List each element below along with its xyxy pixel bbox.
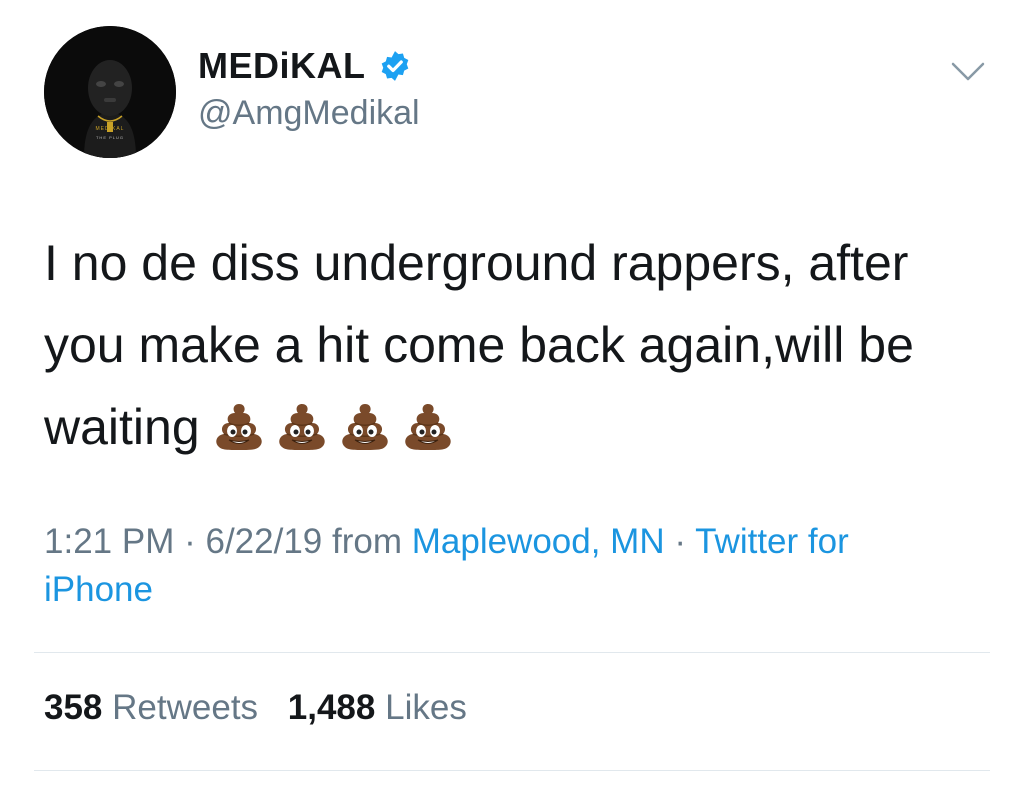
chevron-down-icon[interactable] xyxy=(950,60,986,84)
divider xyxy=(34,652,990,653)
tweet-text-line: I no de diss underground rappers, after xyxy=(44,235,909,291)
from-label: from xyxy=(332,522,402,561)
separator: · xyxy=(674,522,687,561)
separator: · xyxy=(184,522,196,561)
pile-of-poo-icon xyxy=(212,396,266,450)
tweet-time[interactable]: 1:21 PM xyxy=(44,522,174,561)
likes-label: Likes xyxy=(385,688,467,727)
avatar-text-bottom: THE PLUG xyxy=(96,135,124,140)
author-name-row[interactable]: MEDiKAL xyxy=(198,44,412,88)
tweet-text-line: you make a hit come back again,will be xyxy=(44,317,914,373)
retweets-stat[interactable]: 358 Retweets xyxy=(44,688,258,727)
pile-of-poo-icon xyxy=(338,396,392,450)
likes-stat[interactable]: 1,488 Likes xyxy=(288,688,467,727)
pile-of-poo-icon xyxy=(275,396,329,450)
source-link-line-1: Twitter for xyxy=(695,522,849,561)
avatar[interactable]: MEDIKAL THE PLUG xyxy=(44,26,176,158)
tweet-text: I no de diss underground rappers, after … xyxy=(44,222,984,478)
retweets-label: Retweets xyxy=(112,688,259,727)
likes-count: 1,488 xyxy=(287,688,376,727)
avatar-text-top: MEDIKAL xyxy=(96,126,125,132)
display-name[interactable]: MEDiKAL xyxy=(198,45,366,87)
location-link[interactable]: Maplewood, MN xyxy=(412,522,665,561)
verified-badge-icon xyxy=(378,49,412,83)
tweet-metadata: 1:21 PM · 6/22/19 from Maplewood, MN · T… xyxy=(44,518,974,614)
tweet-text-line-last: waiting xyxy=(44,386,984,478)
emoji-group xyxy=(212,396,464,478)
source-link-line-2: iPhone xyxy=(44,570,153,609)
divider xyxy=(34,770,990,771)
tweet-stats: 358 Retweets 1,488 Likes xyxy=(44,688,467,728)
avatar-image: MEDIKAL THE PLUG xyxy=(44,26,176,158)
tweet-text-segment: waiting xyxy=(44,399,200,455)
author-handle[interactable]: @AmgMedikal xyxy=(198,94,420,133)
tweet-date[interactable]: 6/22/19 xyxy=(205,522,322,561)
pile-of-poo-icon xyxy=(401,396,455,450)
retweets-count: 358 xyxy=(44,688,103,727)
